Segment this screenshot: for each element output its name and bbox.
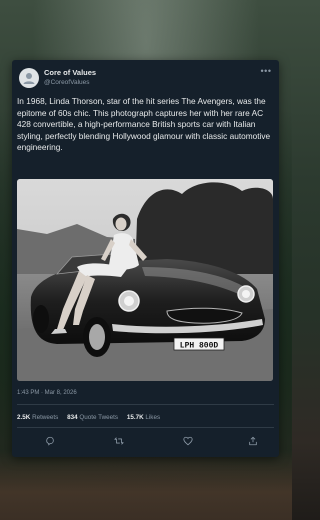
tweet-text: In 1968, Linda Thorson, star of the hit …: [17, 96, 271, 153]
tweet-timestamp[interactable]: 1:43 PM · Mar 8, 2026: [17, 390, 77, 396]
avatar[interactable]: [19, 68, 39, 88]
avatar-user-icon: [23, 73, 35, 84]
divider-bottom: [17, 427, 274, 428]
tweet-card[interactable]: Core of Values @CoreofValues ••• In 1968…: [12, 60, 279, 457]
retweets-count: 2.5K: [17, 414, 31, 421]
divider-top: [17, 404, 274, 405]
likes-count: 15.7K: [126, 414, 144, 421]
more-options-icon[interactable]: •••: [259, 66, 273, 76]
tweet-header: Core of Values @CoreofValues •••: [12, 60, 279, 94]
reply-icon[interactable]: [43, 434, 57, 448]
likes-stat[interactable]: 15.7K Likes: [127, 414, 160, 421]
forest-path-background: [0, 450, 292, 520]
tweet-photo[interactable]: LPH 800D: [17, 179, 273, 381]
display-name[interactable]: Core of Values: [44, 68, 96, 77]
likes-label: Likes: [145, 414, 161, 421]
retweets-stat[interactable]: 2.5K Retweets: [17, 414, 58, 421]
tweet-stats: 2.5K Retweets 834 Quote Tweets 15.7K Lik…: [17, 414, 167, 421]
user-handle[interactable]: @CoreofValues: [44, 79, 90, 86]
quote-tweets-stat[interactable]: 834 Quote Tweets: [67, 414, 118, 421]
quotes-count: 834: [67, 414, 78, 421]
retweet-icon[interactable]: [112, 434, 126, 448]
share-icon[interactable]: [246, 434, 260, 448]
tweet-actions: [12, 434, 279, 448]
license-plate-text: LPH 800D: [180, 342, 219, 351]
quotes-label: Quote Tweets: [79, 414, 119, 421]
photo-car-woman-image: LPH 800D: [17, 179, 273, 381]
like-icon[interactable]: [181, 434, 195, 448]
retweets-label: Retweets: [32, 414, 59, 421]
